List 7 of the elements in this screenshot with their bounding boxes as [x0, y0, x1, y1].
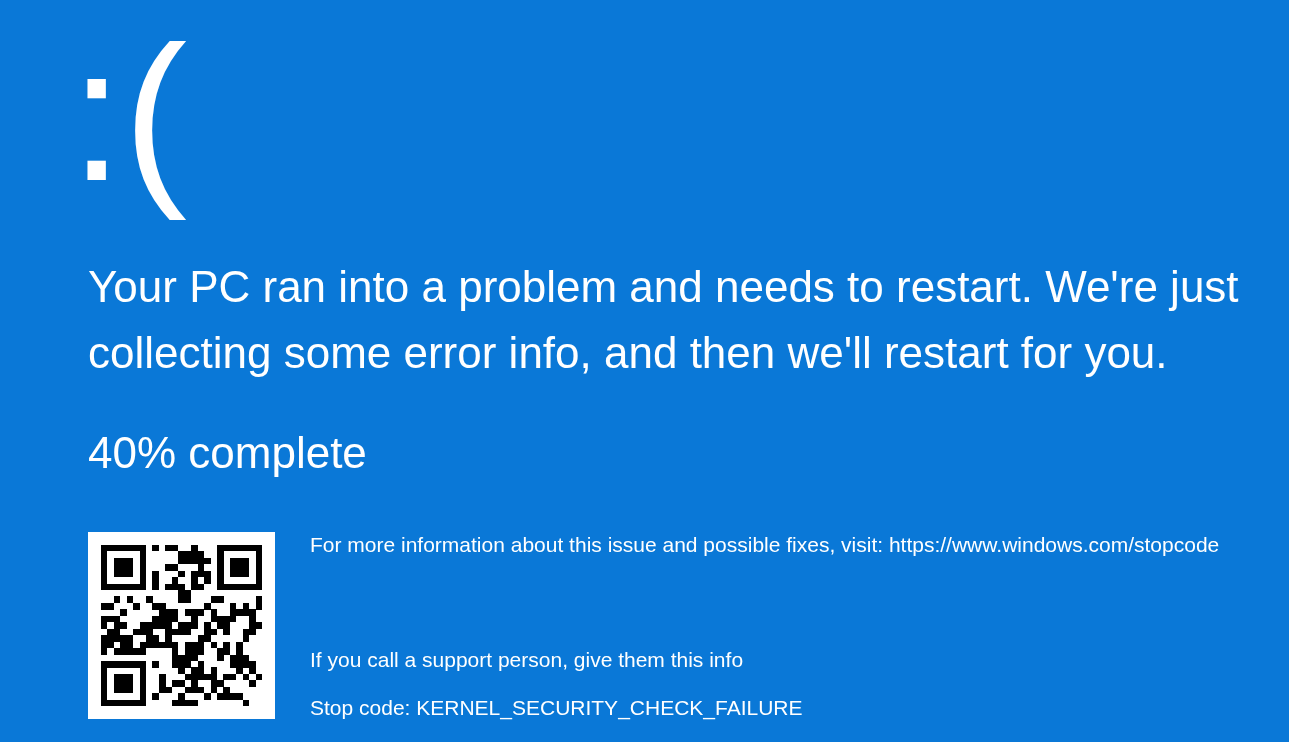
support-hint-text: If you call a support person, give them this info: [310, 647, 745, 673]
more-info-text: For more information about this issue and possible fixes, visit: https://www.windows.com/stopcode: [310, 532, 1220, 558]
stop-code-text: Stop code: KERNEL_SECURITY_CHECK_FAILURE: [310, 695, 804, 721]
sad-face-emoticon: :(: [70, 6, 188, 222]
progress-text: 40% complete: [88, 428, 367, 478]
error-message: Your PC ran into a problem and needs to restart. We're just collecting some error info, and then we'll restart for you.: [88, 261, 1240, 379]
qr-code-icon: [88, 532, 275, 719]
